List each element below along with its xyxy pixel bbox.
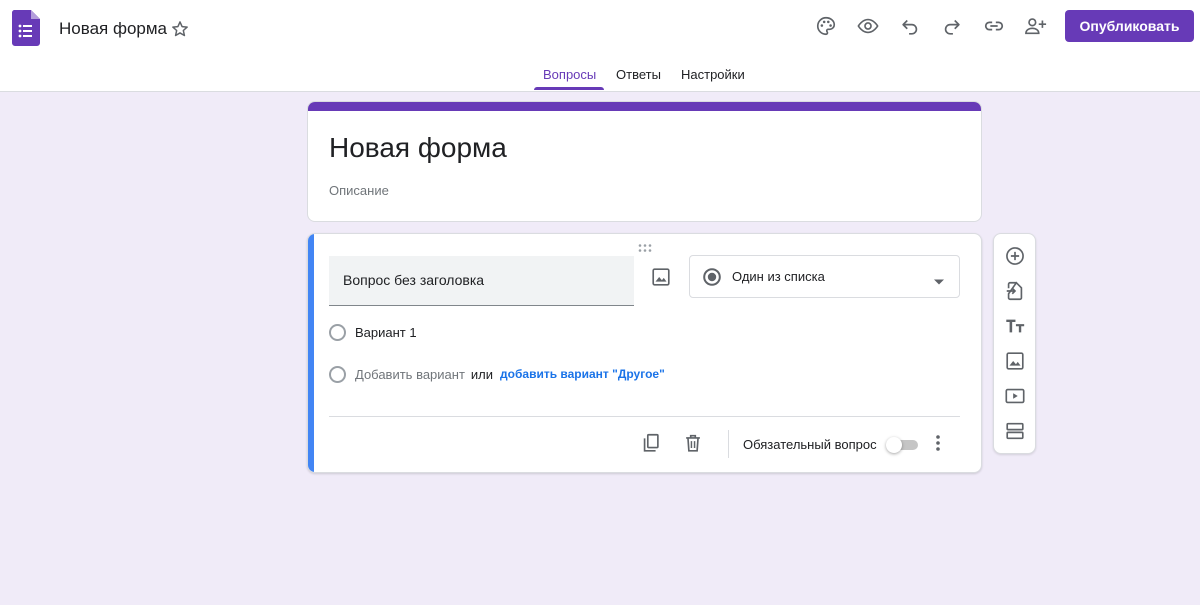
required-toggle[interactable] (886, 437, 918, 453)
title-card-accent-bar (308, 102, 981, 111)
link-icon[interactable] (981, 13, 1007, 39)
active-tab-indicator (534, 87, 604, 90)
duplicate-icon[interactable] (640, 432, 662, 454)
redo-icon[interactable] (939, 13, 965, 39)
floating-toolbar (993, 233, 1036, 454)
document-title[interactable]: Новая форма (59, 19, 167, 39)
drag-handle-icon[interactable] (637, 240, 655, 252)
question-title-text: Вопрос без заголовка (343, 272, 485, 288)
required-label: Обязательный вопрос (743, 437, 877, 452)
radio-empty-icon (329, 323, 346, 341)
form-title[interactable]: Новая форма (329, 132, 507, 164)
more-vert-icon[interactable] (934, 434, 942, 452)
form-description-field[interactable]: Описание (329, 183, 389, 198)
add-image-icon[interactable] (1004, 350, 1026, 372)
question-type-label: Один из списка (732, 269, 825, 284)
add-image-icon[interactable] (650, 266, 672, 288)
option-row[interactable]: Вариант 1 (329, 322, 417, 342)
preview-eye-icon[interactable] (855, 13, 881, 39)
publish-button[interactable]: Опубликовать (1065, 10, 1194, 42)
radio-empty-icon (329, 365, 346, 383)
add-question-icon[interactable] (1004, 245, 1026, 267)
undo-icon[interactable] (897, 13, 923, 39)
or-text: или (470, 366, 494, 382)
dropdown-arrow-icon (933, 273, 945, 291)
add-video-icon[interactable] (1004, 385, 1026, 407)
add-collaborator-icon[interactable] (1023, 13, 1049, 39)
option-label[interactable]: Вариант 1 (355, 325, 417, 340)
tab-bar: Вопросы Ответы Настройки (0, 56, 1200, 92)
top-bar: Новая форма Опубликовать Вопросы Ответы … (0, 0, 1200, 92)
radio-selected-icon (702, 267, 722, 292)
delete-icon[interactable] (682, 432, 704, 454)
question-footer-divider (329, 416, 960, 417)
tab-questions[interactable]: Вопросы (543, 67, 596, 82)
footer-vertical-divider (728, 430, 729, 458)
active-question-indicator (308, 234, 314, 472)
form-title-card: Новая форма Описание (307, 101, 982, 222)
palette-icon[interactable] (813, 13, 839, 39)
tab-settings[interactable]: Настройки (681, 67, 745, 82)
question-type-dropdown[interactable]: Один из списка (689, 255, 960, 298)
tab-responses[interactable]: Ответы (616, 67, 661, 82)
add-section-icon[interactable] (1004, 420, 1026, 442)
add-option-row: Добавить вариант или добавить вариант "Д… (329, 364, 665, 384)
forms-logo-icon[interactable] (11, 10, 41, 46)
question-title-input[interactable]: Вопрос без заголовка (329, 256, 634, 306)
add-other-option-link[interactable]: добавить вариант "Другое" (500, 367, 665, 381)
add-option-button[interactable]: Добавить вариант (355, 367, 465, 382)
import-questions-icon[interactable] (1004, 280, 1026, 302)
question-card[interactable]: Вопрос без заголовка Один из списка Вари… (307, 233, 982, 473)
add-title-icon[interactable] (1004, 315, 1026, 337)
star-icon[interactable] (170, 19, 190, 39)
toggle-knob (886, 437, 902, 453)
